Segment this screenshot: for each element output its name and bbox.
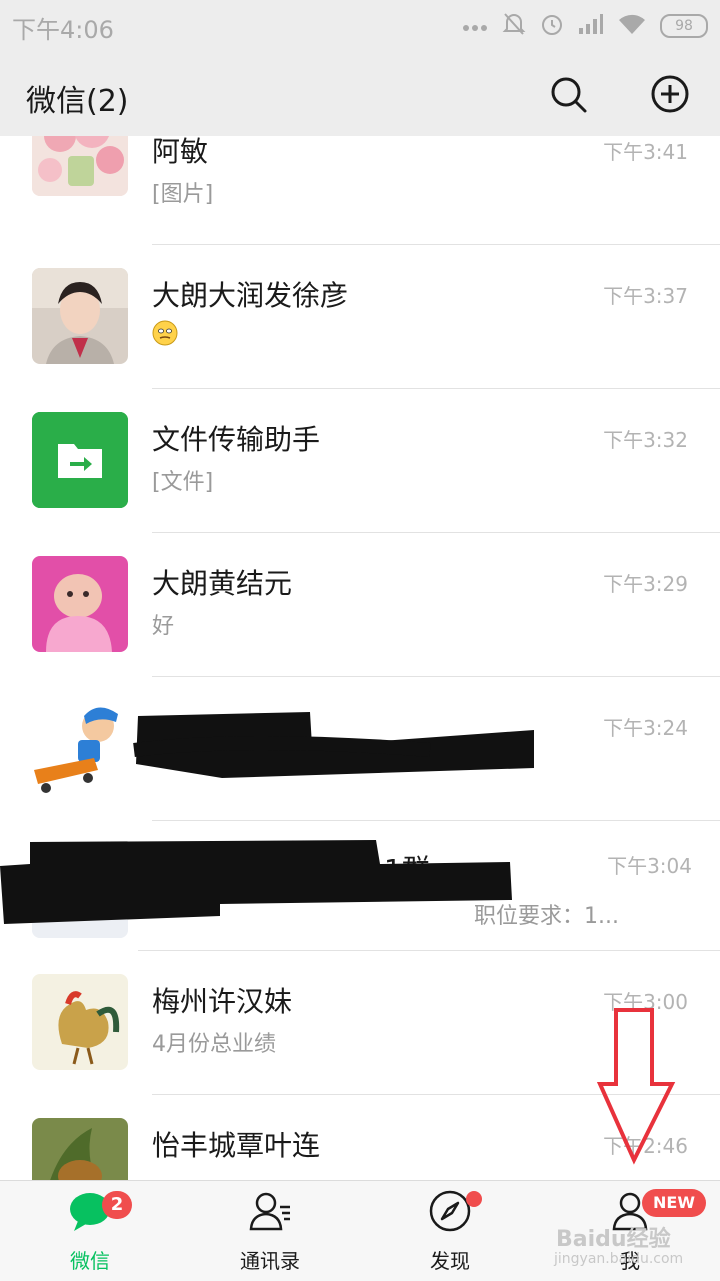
chat-name: 怡丰城覃叶连: [152, 1129, 321, 1162]
avatar: [32, 556, 128, 652]
avatar: [32, 700, 128, 796]
emoji-icon: [152, 320, 178, 346]
chat-row[interactable]: 大朗黄结元 好 下午3:29: [0, 532, 720, 677]
avatar: [32, 268, 128, 364]
chat-preview: [文件]: [152, 470, 214, 495]
chat-time: 下午3:24: [603, 716, 688, 740]
chat-name: 大朗大润发徐彦: [152, 279, 349, 312]
watermark-brand: Baidu经验: [556, 1227, 671, 1252]
tab-contacts[interactable]: 通讯录: [180, 1181, 360, 1281]
chat-preview: [图片]: [152, 182, 214, 207]
tab-label: 通讯录: [240, 1249, 300, 1273]
wifi-icon: [618, 13, 646, 39]
chat-time: 下午3:04: [607, 854, 692, 878]
status-bar: 下午4:06 98: [0, 0, 720, 52]
signal-icon: [578, 13, 604, 39]
contacts-icon: [249, 1192, 290, 1231]
chat-row[interactable]: 文件传输助手 [文件] 下午3:32: [0, 388, 720, 533]
chat-preview: 好: [152, 614, 175, 639]
avatar: [32, 412, 128, 508]
tab-chats[interactable]: 2 微信: [0, 1181, 180, 1281]
folder-transfer-icon: [32, 412, 128, 508]
chat-list: 阿敏 [图片] 下午3:41 大朗大润发徐彦 下午3:37 文件传输助手 [文件…: [0, 136, 720, 1180]
page-title: 微信(2): [26, 84, 129, 119]
tab-label: 微信: [70, 1249, 110, 1273]
search-icon: [551, 77, 587, 113]
red-dot-badge: [466, 1191, 482, 1207]
chat-row[interactable]: 下午3:24: [0, 676, 720, 821]
avatar: [32, 974, 128, 1070]
search-button[interactable]: [546, 72, 590, 116]
watermark-url: jingyan.baidu.com: [554, 1251, 684, 1267]
battery-indicator: 98: [660, 14, 708, 38]
unread-badge: 2: [102, 1191, 132, 1219]
redaction-scribble: [130, 706, 550, 790]
chat-row[interactable]: 大朗大润发徐彦 下午3:37: [0, 244, 720, 389]
tab-label: 发现: [430, 1249, 470, 1273]
chat-name: 梅州许汉妹: [152, 985, 293, 1018]
chat-preview: [152, 320, 178, 352]
status-time: 下午4:06: [12, 16, 114, 44]
add-button[interactable]: [648, 72, 692, 116]
chat-row[interactable]: 阿敏 [图片] 下午3:41: [0, 136, 720, 245]
annotation-arrow: [596, 1006, 676, 1170]
chat-preview: 4月份总业绩: [152, 1032, 276, 1057]
avatar: [32, 1118, 128, 1180]
avatar: [32, 136, 128, 196]
chat-time: 下午3:29: [603, 572, 688, 596]
chat-time: 下午3:37: [603, 284, 688, 308]
chat-name: 文件传输助手: [152, 423, 321, 456]
bottom-tab-bar: 2 微信 通讯录 发现 NEW 我 Baidu经验 jingyan.baidu.…: [0, 1180, 720, 1281]
mute-bell-icon: [502, 11, 526, 41]
new-badge: NEW: [642, 1189, 706, 1217]
status-icons: 98: [462, 10, 708, 42]
alarm-icon: [540, 11, 564, 41]
plus-circle-icon: [651, 75, 689, 113]
chat-name: 阿敏: [152, 136, 209, 168]
app-header: 微信(2): [0, 52, 720, 136]
more-dots-icon: [462, 17, 488, 36]
redaction-scribble: [0, 836, 520, 936]
tab-discover[interactable]: 发现: [360, 1181, 540, 1281]
chat-name: 大朗黄结元: [152, 567, 293, 600]
chat-time: 下午3:41: [603, 140, 688, 164]
chat-row[interactable]: 1群 职位要求：1... 下午3:04: [0, 820, 720, 951]
chat-time: 下午3:32: [603, 428, 688, 452]
